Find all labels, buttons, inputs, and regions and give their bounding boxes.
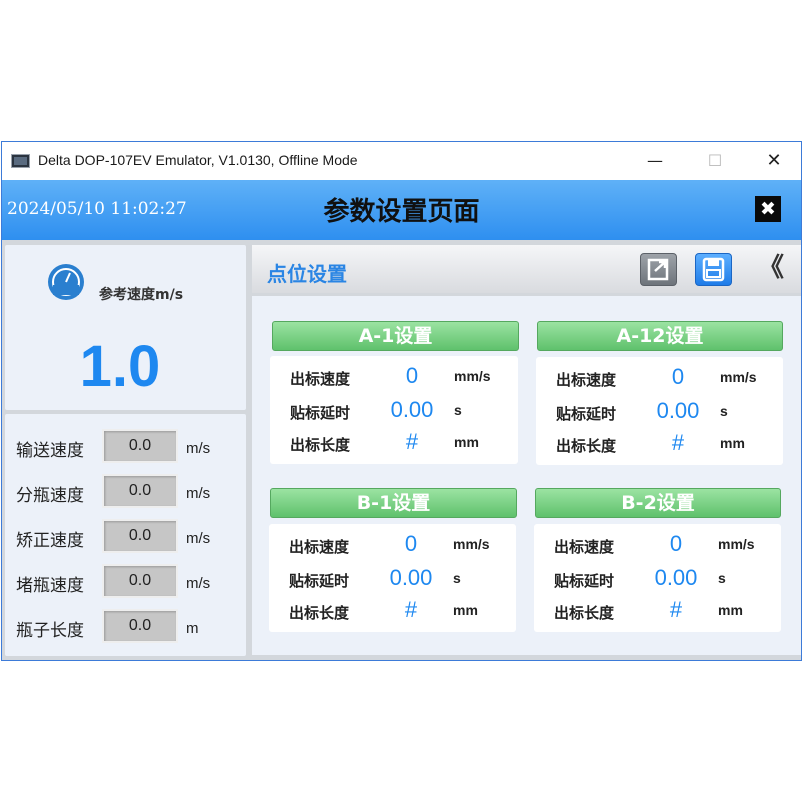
save-icon xyxy=(702,257,725,282)
row-unit: mm xyxy=(718,602,743,618)
gauge-icon xyxy=(48,264,84,300)
row-label: 出标长度 xyxy=(290,436,351,454)
reference-speed-value: 1.0 xyxy=(79,334,161,399)
param-label: 堵瓶速度 xyxy=(16,576,84,596)
row-label: 出标速度 xyxy=(556,371,617,389)
b1-length-value[interactable]: # xyxy=(369,597,453,623)
reference-speed-label: 参考速度m/s xyxy=(99,287,184,303)
a1-speed-value[interactable]: 0 xyxy=(370,363,454,389)
exit-button[interactable] xyxy=(640,253,677,286)
page-title: 参数设置页面 xyxy=(323,197,480,227)
reference-speed-panel: 参考速度m/s 1.0 xyxy=(5,245,246,410)
minimize-button[interactable]: — xyxy=(632,146,678,176)
row-label: 出标速度 xyxy=(554,538,615,556)
b1-speed-value[interactable]: 0 xyxy=(369,531,453,557)
a12-delay-value[interactable]: 0.00 xyxy=(636,398,720,424)
card-row: 出标速度 0 mm/s xyxy=(536,362,783,394)
param-label: 瓶子长度 xyxy=(16,621,84,641)
window-close-button[interactable]: ✕ xyxy=(751,146,797,176)
card-row: 贴标延时 0.00 s xyxy=(536,396,783,428)
card-b1: 出标速度 0 mm/s 贴标延时 0.00 s 出标长度 # mm xyxy=(269,524,516,632)
correction-speed-input[interactable]: 0.0 xyxy=(102,519,178,553)
row-unit: mm/s xyxy=(454,368,491,384)
row-label: 贴标延时 xyxy=(554,572,615,590)
row-unit: mm xyxy=(454,434,479,450)
row-unit: mm/s xyxy=(718,536,755,552)
card-title-a12: A-12设置 xyxy=(537,321,783,351)
a12-length-value[interactable]: # xyxy=(636,430,720,456)
param-unit: m xyxy=(186,620,199,637)
close-page-button[interactable]: ✖ xyxy=(755,196,781,222)
param-row-separator-speed: 分瓶速度 0.0 m/s xyxy=(5,471,246,511)
blocking-speed-input[interactable]: 0.0 xyxy=(102,564,178,598)
a1-delay-value[interactable]: 0.00 xyxy=(370,397,454,423)
card-row: 出标长度 # mm xyxy=(536,428,783,460)
param-label: 输送速度 xyxy=(16,441,84,461)
row-unit: mm xyxy=(453,602,478,618)
card-title-a1: A-1设置 xyxy=(272,321,519,351)
exit-icon xyxy=(647,258,669,281)
speed-params-panel: 输送速度 0.0 m/s 分瓶速度 0.0 m/s 矫正速度 0.0 m/s 堵… xyxy=(5,414,246,656)
b2-speed-value[interactable]: 0 xyxy=(634,531,718,557)
card-title-b1: B-1设置 xyxy=(270,488,517,518)
param-unit: m/s xyxy=(186,530,211,547)
bottle-length-input[interactable]: 0.0 xyxy=(102,609,178,643)
app-icon xyxy=(11,154,30,168)
param-unit: m/s xyxy=(186,575,211,592)
row-label: 贴标延时 xyxy=(289,572,350,590)
card-row: 出标长度 # mm xyxy=(534,595,781,627)
point-settings-body: A-1设置 出标速度 0 mm/s 贴标延时 0.00 s 出标长度 # mm … xyxy=(252,296,801,655)
card-row: 贴标延时 0.00 s xyxy=(534,563,781,595)
row-unit: s xyxy=(720,403,728,419)
param-label: 矫正速度 xyxy=(16,531,84,551)
param-row-conveyor-speed: 输送速度 0.0 m/s xyxy=(5,426,246,466)
param-label: 分瓶速度 xyxy=(16,486,84,506)
param-row-bottle-length: 瓶子长度 0.0 m xyxy=(5,606,246,646)
section-title: 点位设置 xyxy=(267,262,347,286)
b2-length-value[interactable]: # xyxy=(634,597,718,623)
row-unit: mm xyxy=(720,435,745,451)
card-row: 贴标延时 0.00 s xyxy=(269,563,516,595)
row-unit: s xyxy=(718,570,726,586)
card-a12: 出标速度 0 mm/s 贴标延时 0.00 s 出标长度 # mm xyxy=(536,357,783,465)
card-row: 贴标延时 0.00 s xyxy=(270,395,518,427)
row-label: 贴标延时 xyxy=(556,405,617,423)
card-row: 出标速度 0 mm/s xyxy=(534,529,781,561)
maximize-button[interactable]: ☐ xyxy=(692,146,738,176)
section-header: 点位设置 《 xyxy=(252,245,801,293)
card-row: 出标速度 0 mm/s xyxy=(270,361,518,393)
save-button[interactable] xyxy=(695,253,732,286)
param-row-blocking-speed: 堵瓶速度 0.0 m/s xyxy=(5,561,246,601)
param-unit: m/s xyxy=(186,440,211,457)
row-unit: s xyxy=(453,570,461,586)
card-row: 出标长度 # mm xyxy=(270,427,518,459)
card-a1: 出标速度 0 mm/s 贴标延时 0.00 s 出标长度 # mm xyxy=(270,356,518,464)
row-unit: s xyxy=(454,402,462,418)
param-unit: m/s xyxy=(186,485,211,502)
card-title-b2: B-2设置 xyxy=(535,488,781,518)
row-label: 出标长度 xyxy=(289,604,350,622)
row-label: 出标速度 xyxy=(289,538,350,556)
row-label: 出标长度 xyxy=(554,604,615,622)
window-title: Delta DOP-107EV Emulator, V1.0130, Offli… xyxy=(38,152,358,168)
row-label: 贴标延时 xyxy=(290,404,351,422)
a12-speed-value[interactable]: 0 xyxy=(636,364,720,390)
page-header: 2024/05/10 11:02:27 参数设置页面 ✖ xyxy=(2,180,801,240)
b1-delay-value[interactable]: 0.00 xyxy=(369,565,453,591)
a1-length-value[interactable]: # xyxy=(370,429,454,455)
card-b2: 出标速度 0 mm/s 贴标延时 0.00 s 出标长度 # mm xyxy=(534,524,781,632)
b2-delay-value[interactable]: 0.00 xyxy=(634,565,718,591)
conveyor-speed-input[interactable]: 0.0 xyxy=(102,429,178,463)
window-titlebar[interactable]: Delta DOP-107EV Emulator, V1.0130, Offli… xyxy=(2,142,801,180)
row-unit: mm/s xyxy=(720,369,757,385)
row-label: 出标速度 xyxy=(290,370,351,388)
card-row: 出标速度 0 mm/s xyxy=(269,529,516,561)
row-unit: mm/s xyxy=(453,536,490,552)
param-row-correction-speed: 矫正速度 0.0 m/s xyxy=(5,516,246,556)
emulator-window: Delta DOP-107EV Emulator, V1.0130, Offli… xyxy=(1,141,802,661)
row-label: 出标长度 xyxy=(556,437,617,455)
back-button[interactable]: 《 xyxy=(754,253,788,286)
card-row: 出标长度 # mm xyxy=(269,595,516,627)
separator-speed-input[interactable]: 0.0 xyxy=(102,474,178,508)
